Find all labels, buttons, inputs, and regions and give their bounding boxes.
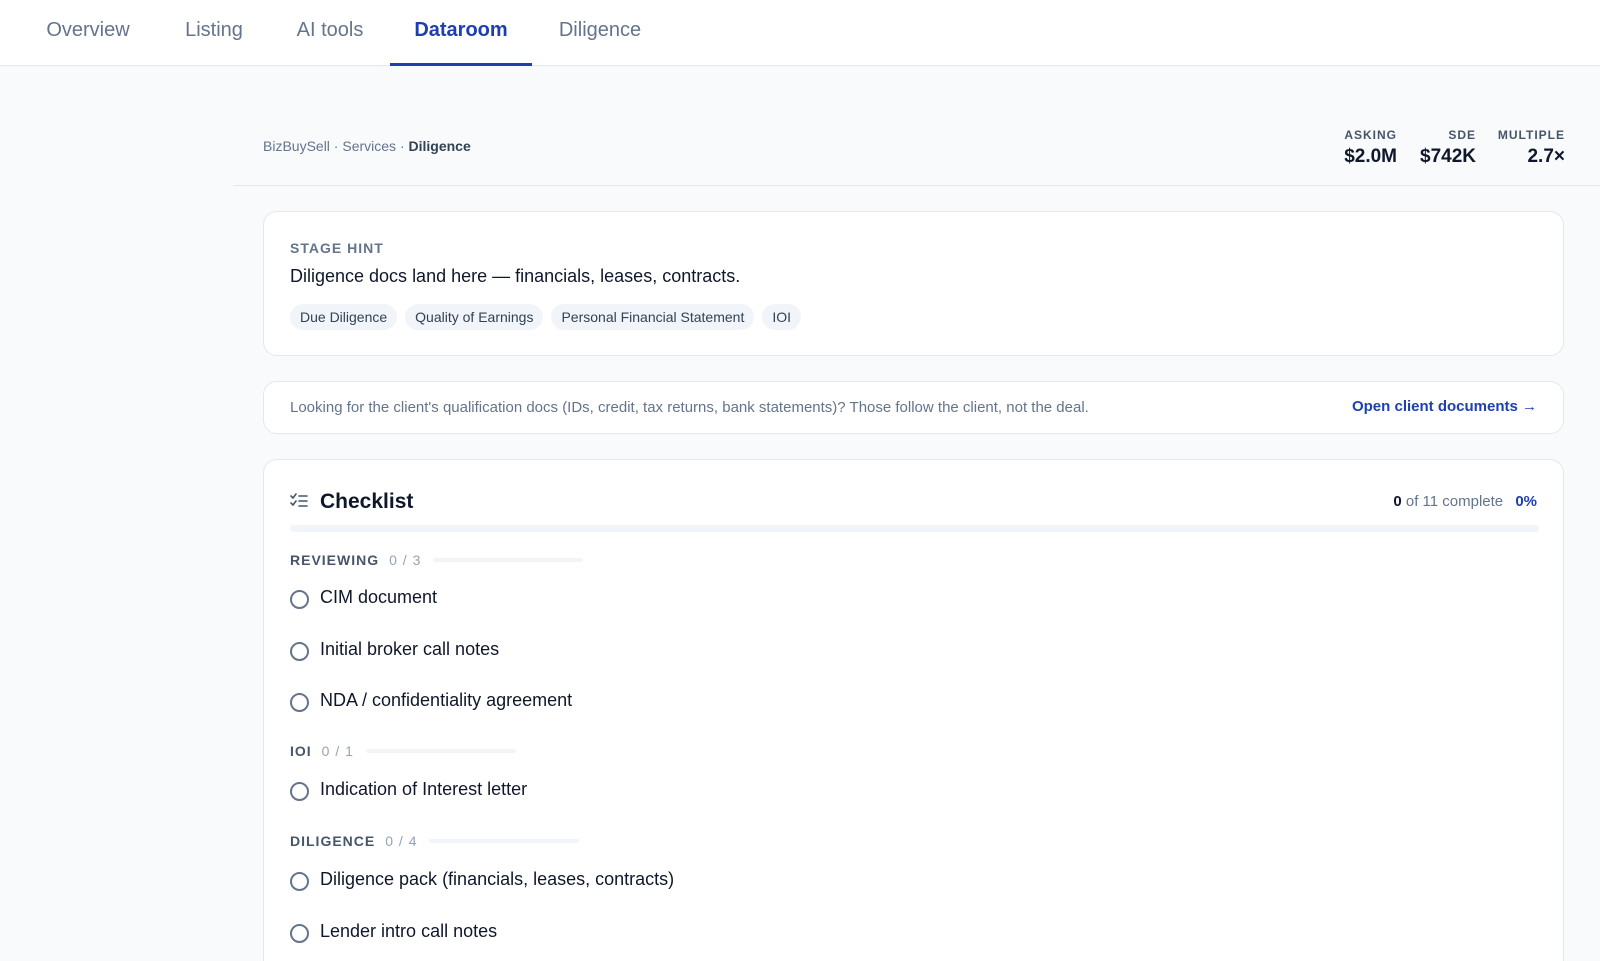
checklist-item[interactable]: Indication of Interest letter <box>290 778 527 801</box>
checklist-item[interactable]: CIM document <box>290 586 437 609</box>
stage-hint-label: STAGE HINT <box>290 240 384 256</box>
metric-label: SDE <box>1448 128 1476 142</box>
breadcrumb: BizBuySell · Services · Diligence <box>263 138 471 154</box>
chip-ioi[interactable]: IOI <box>762 304 802 330</box>
completed-count: 0 <box>1393 493 1402 510</box>
client-docs-text: Looking for the client's qualification d… <box>290 399 1089 416</box>
unchecked-circle-icon[interactable] <box>290 782 309 801</box>
breadcrumb-separator: · <box>396 138 409 154</box>
group-reviewing: REVIEWING 0 / 3 <box>290 552 584 568</box>
tab-bar: Overview Listing AI tools Dataroom Dilig… <box>0 0 1600 66</box>
group-progress-bar <box>429 839 580 843</box>
checklist-item[interactable]: NDA / confidentiality agreement <box>290 689 572 712</box>
chip-personal-financial-statement[interactable]: Personal Financial Statement <box>551 304 755 330</box>
unchecked-circle-icon[interactable] <box>290 924 309 943</box>
metric-asking: ASKING $2.0M <box>1344 128 1397 168</box>
stage-hint-chips: Due Diligence Quality of Earnings Person… <box>290 304 802 330</box>
group-name: DILIGENCE <box>290 833 376 849</box>
group-count: 0 / 4 <box>385 833 418 849</box>
header-divider <box>233 185 1600 186</box>
completion-percent: 0% <box>1515 493 1537 510</box>
checklist-item-label: NDA / confidentiality agreement <box>320 690 573 710</box>
breadcrumb-separator: · <box>329 138 343 154</box>
checklist-item-label: Indication of Interest letter <box>320 779 528 799</box>
checklist-item-label: Initial broker call notes <box>320 639 500 659</box>
unchecked-circle-icon[interactable] <box>290 693 309 712</box>
unchecked-circle-icon[interactable] <box>290 642 309 661</box>
group-name: REVIEWING <box>290 552 380 568</box>
group-diligence: DILIGENCE 0 / 4 <box>290 833 580 849</box>
checklist-completion: 0 of 11 complete 0% <box>1393 493 1537 510</box>
tab-overview[interactable]: Overview <box>40 0 136 65</box>
group-progress-bar <box>365 749 516 753</box>
tab-diligence[interactable]: Diligence <box>555 0 645 65</box>
group-name: IOI <box>290 743 312 759</box>
group-progress-bar <box>433 558 584 562</box>
stage-hint-text: Diligence docs land here — financials, l… <box>290 266 741 286</box>
unchecked-circle-icon[interactable] <box>290 590 309 609</box>
breadcrumb-current: Diligence <box>408 138 471 154</box>
metric-value: $2.0M <box>1344 146 1397 167</box>
breadcrumb-source[interactable]: BizBuySell <box>263 138 330 154</box>
open-client-documents-link[interactable]: Open client documents → <box>1352 398 1537 415</box>
chip-due-diligence[interactable]: Due Diligence <box>290 304 398 330</box>
checklist-item[interactable]: Lender intro call notes <box>290 920 497 943</box>
breadcrumb-category[interactable]: Services <box>342 138 396 154</box>
checklist-card: Checklist 0 of 11 complete 0% REVIEWING … <box>263 459 1564 961</box>
checklist-item-label: CIM document <box>320 587 438 607</box>
checklist-progress-bar <box>290 525 1539 532</box>
checklist-item[interactable]: Diligence pack (financials, leases, cont… <box>290 868 674 891</box>
group-count: 0 / 3 <box>389 552 422 568</box>
metric-value: 2.7× <box>1527 146 1565 167</box>
checklist-item-label: Diligence pack (financials, leases, cont… <box>320 869 675 889</box>
chip-quality-of-earnings[interactable]: Quality of Earnings <box>405 304 544 330</box>
metric-label: ASKING <box>1344 128 1397 142</box>
checklist-item[interactable]: Initial broker call notes <box>290 638 499 661</box>
stage-hint-card: STAGE HINT Diligence docs land here — fi… <box>263 211 1564 356</box>
checklist-title: Checklist <box>320 490 414 513</box>
checklist-item-label: Lender intro call notes <box>320 921 498 941</box>
metric-multiple: MULTIPLE 2.7× <box>1498 128 1565 168</box>
group-ioi: IOI 0 / 1 <box>290 743 516 759</box>
client-docs-note: Looking for the client's qualification d… <box>263 381 1564 434</box>
group-count: 0 / 1 <box>321 743 354 759</box>
completion-text: of 11 complete <box>1405 493 1504 510</box>
tab-dataroom[interactable]: Dataroom <box>390 0 532 66</box>
metric-label: MULTIPLE <box>1497 128 1565 142</box>
metric-value: $742K <box>1420 146 1476 167</box>
unchecked-circle-icon[interactable] <box>290 872 309 891</box>
tab-ai-tools[interactable]: AI tools <box>293 0 367 65</box>
metric-sde: SDE $742K <box>1420 128 1476 168</box>
checklist-icon <box>290 493 308 507</box>
tab-listing[interactable]: Listing <box>180 0 248 65</box>
